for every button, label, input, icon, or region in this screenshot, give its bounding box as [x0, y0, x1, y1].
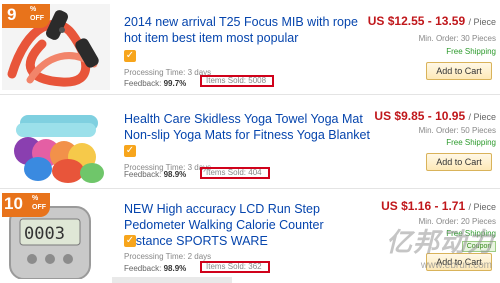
- price-range: US $9.85 - 10.95 / Piece: [374, 109, 496, 123]
- check-badge-icon: ✓: [124, 145, 136, 157]
- free-shipping: Free Shipping: [446, 47, 496, 56]
- price-unit: / Piece: [468, 112, 496, 122]
- price-unit: / Piece: [468, 17, 496, 27]
- price-value: US $1.16 - 1.71: [381, 199, 466, 213]
- price-value: US $9.85 - 10.95: [374, 109, 466, 123]
- min-order: Min. Order: 20 Pieces: [418, 217, 496, 226]
- product-title-link[interactable]: NEW High accuracy LCD Run Step Pedometer…: [124, 201, 374, 249]
- price-range: US $1.16 - 1.71 / Piece: [381, 199, 496, 213]
- feedback-label: Feedback:: [124, 79, 162, 88]
- items-sold-highlight: Items Sold: 5008: [200, 75, 274, 87]
- items-sold-highlight: Items Sold: 362: [200, 261, 270, 273]
- items-sold-highlight: Items Sold: 404: [200, 167, 270, 179]
- feedback-value: 99.7%: [163, 79, 187, 88]
- add-to-cart-button[interactable]: Add to Cart: [426, 62, 492, 80]
- svg-text:0003: 0003: [24, 224, 65, 244]
- free-shipping: Free Shipping: [446, 138, 496, 147]
- feedback-value: 98.9%: [163, 170, 187, 179]
- free-shipping: Free Shipping: [446, 229, 496, 238]
- product-title-link[interactable]: 2014 new arrival T25 Focus MIB with rope…: [124, 14, 374, 46]
- discount-off: OFF: [32, 204, 46, 211]
- price-range: US $12.55 - 13.59 / Piece: [368, 14, 496, 28]
- feedback-label: Feedback:: [124, 264, 162, 273]
- price-unit: / Piece: [468, 202, 496, 212]
- discount-badge: 10 % OFF: [2, 193, 50, 217]
- discount-number: 9: [7, 5, 17, 24]
- product-row: Health Care Skidless Yoga Towel Yoga Mat…: [0, 94, 500, 188]
- product-row: 9 % OFF 2014 new arrival T25 Focus MIB w…: [0, 0, 500, 94]
- discount-number: 10: [4, 194, 23, 213]
- discount-off: OFF: [30, 15, 44, 22]
- product-image-pedometer[interactable]: 0003 10 % OFF: [2, 193, 110, 279]
- discount-badge: 9 % OFF: [2, 4, 50, 28]
- feedback-value: 98.9%: [163, 264, 187, 273]
- feedback: Feedback: 99.7%: [124, 79, 186, 88]
- coupon-badge[interactable]: Coupon: [462, 241, 496, 252]
- price-value: US $12.55 - 13.59: [367, 14, 466, 28]
- processing-time: Processing Time: 3 days: [124, 68, 212, 77]
- add-to-cart-button[interactable]: Add to Cart: [426, 253, 492, 271]
- feedback: Feedback: 98.9%: [124, 170, 186, 179]
- processing-time: Processing Time: 2 days: [124, 252, 212, 261]
- feedback: Feedback: 98.9%: [124, 264, 186, 273]
- product-image-yoga-towel[interactable]: [2, 99, 110, 185]
- min-order: Min. Order: 50 Pieces: [418, 126, 496, 135]
- product-row: 0003 10 % OFF NEW High accuracy LCD Run …: [0, 188, 500, 282]
- check-badge-icon: ✓: [124, 50, 136, 62]
- add-to-cart-button[interactable]: Add to Cart: [426, 153, 492, 171]
- partial-next-row: [112, 277, 232, 283]
- feedback-label: Feedback:: [124, 170, 162, 179]
- product-image-resistance-band[interactable]: 9 % OFF: [2, 4, 110, 90]
- product-title-link[interactable]: Health Care Skidless Yoga Towel Yoga Mat…: [124, 111, 374, 143]
- discount-percent: %: [32, 195, 39, 202]
- min-order: Min. Order: 30 Pieces: [418, 34, 496, 43]
- check-badge-icon: ✓: [124, 235, 136, 247]
- discount-percent: %: [30, 6, 37, 13]
